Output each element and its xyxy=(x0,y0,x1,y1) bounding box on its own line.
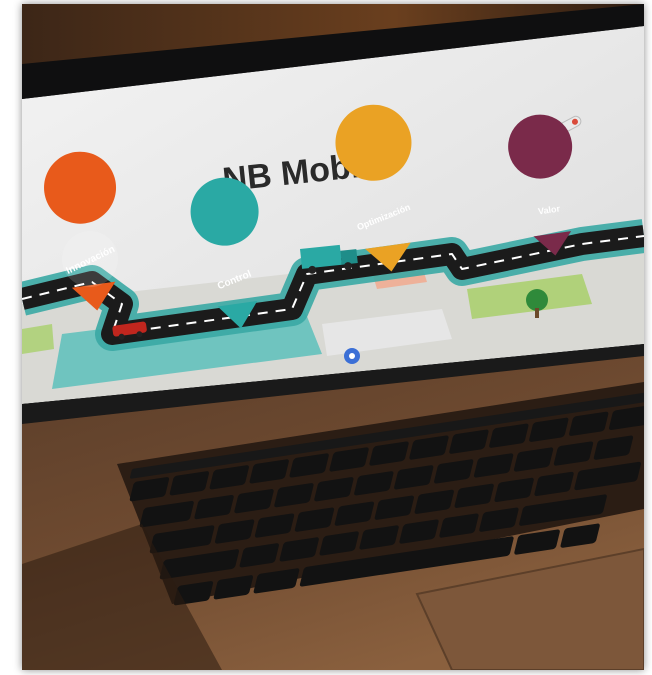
photo-scene: NB Mobile Innovación Control Optimizació… xyxy=(22,4,644,670)
location-pin-icon xyxy=(344,348,360,364)
laptop-photo: NB Mobile Innovación Control Optimizació… xyxy=(22,4,644,670)
